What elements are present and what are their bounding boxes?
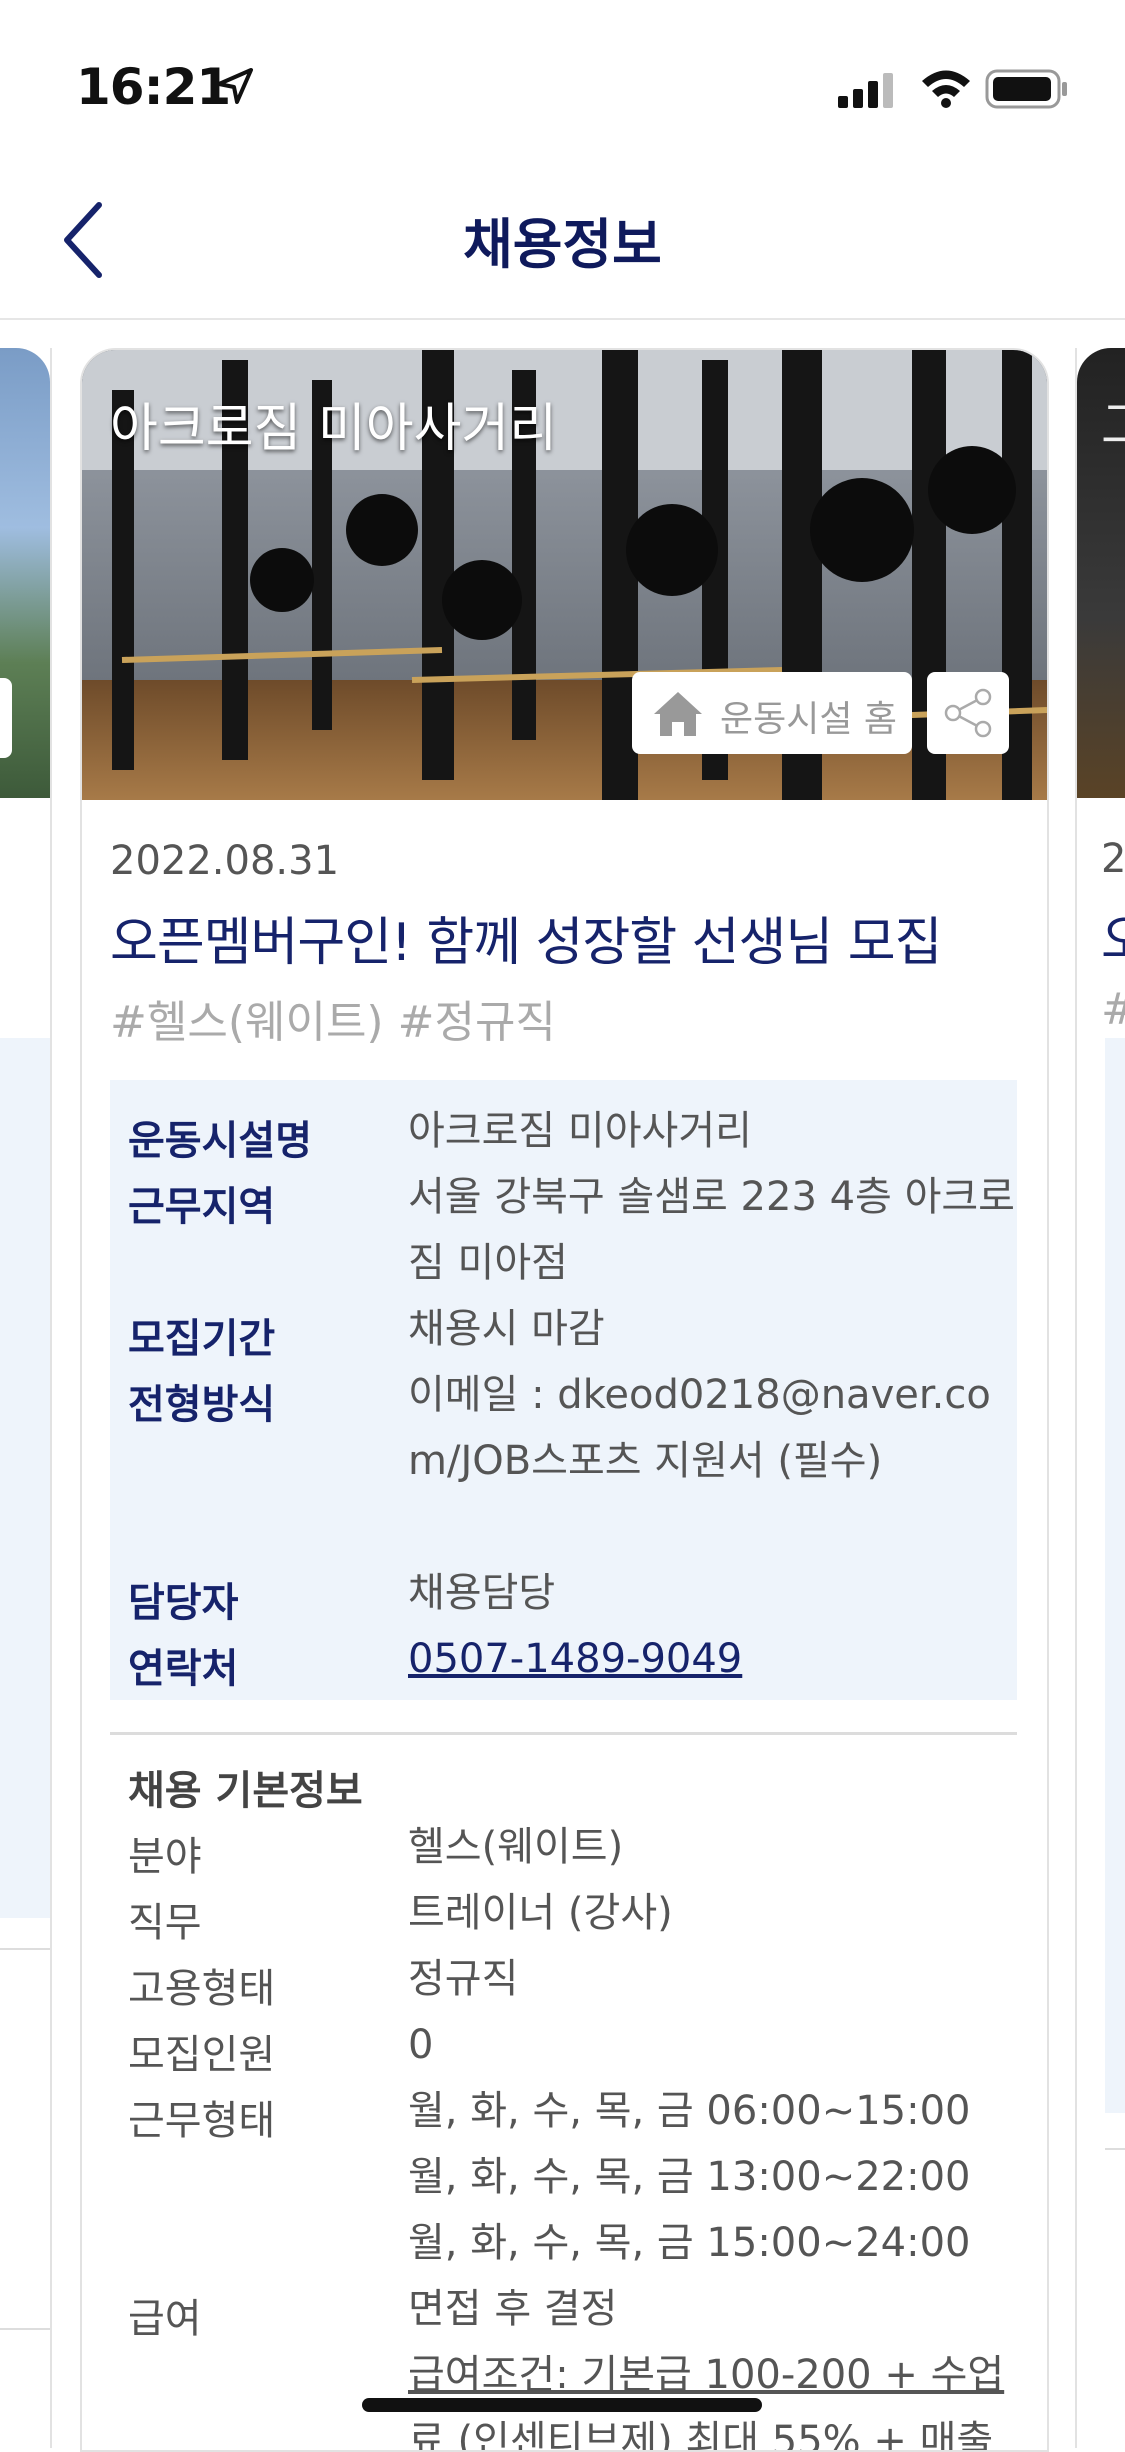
basic-value: 월, 화, 수, 목, 금 06:00~15:00 월, 화, 수, 목, 금 … — [408, 2078, 1008, 2276]
battery-icon — [985, 69, 1067, 109]
divider — [1105, 2148, 1125, 2150]
info-key: 연락처 — [128, 1646, 239, 1692]
job-title: 오픈멤버구인! 함께 성장할 선생님 모집 — [110, 913, 942, 973]
info-value: 서울 강북구 솔샘로 223 4층 아크로짐 미아점 — [408, 1174, 1015, 1286]
home-indicator[interactable] — [362, 2398, 762, 2412]
schedule-line: 월, 화, 수, 목, 금 06:00~15:00 — [408, 2088, 971, 2134]
info-key: 운동시설명 — [128, 1118, 312, 1164]
basic-key: 직무 — [128, 1900, 202, 1946]
basic-value: 정규직 — [408, 1956, 519, 2002]
share-icon — [944, 688, 992, 738]
divider — [0, 2328, 50, 2330]
next-card-title: 오 — [1101, 898, 1125, 973]
info-key: 전형방식 — [128, 1382, 276, 1428]
gym-home-label: 운동시설 홈 — [720, 699, 898, 740]
gym-home-button[interactable]: 운동시설 홈 — [632, 672, 912, 754]
info-key: 담당자 — [128, 1580, 239, 1626]
basic-key: 모집인원 — [128, 2032, 276, 2078]
home-icon — [654, 692, 702, 736]
basic-key: 급여 — [128, 2296, 202, 2342]
basic-info-heading: 채용 기본정보 — [128, 1768, 363, 1814]
post-date: 2022.08.31 — [110, 838, 340, 884]
nav-bar: 채용정보 — [0, 160, 1125, 320]
next-card-info-panel — [1105, 1038, 1125, 2113]
info-value: 아크로짐 미아사거리 — [408, 1108, 752, 1154]
gym-name-overlay: 아크로짐 미아사거리 — [110, 399, 558, 459]
schedule-line: 월, 화, 수, 목, 금 15:00~24:00 — [408, 2220, 971, 2266]
info-value: 채용담당 — [408, 1570, 556, 1616]
schedule-line: 월, 화, 수, 목, 금 13:00~22:00 — [408, 2154, 971, 2200]
info-value: 채용시 마감 — [408, 1306, 605, 1352]
next-card-date: 2 — [1101, 836, 1125, 882]
previous-card-button — [0, 678, 12, 758]
next-card-hero-title: 그 — [1101, 384, 1125, 459]
cellular-signal-icon — [838, 73, 893, 108]
salary-line: 료 (인센티브제) 최대 55% + 매출 — [408, 2418, 994, 2452]
info-key: 근무지역 — [128, 1184, 276, 1230]
next-job-card[interactable]: 그 2 오 # — [1075, 348, 1125, 2448]
section-divider — [110, 1732, 1017, 1735]
next-card-tag: # — [1101, 984, 1125, 1035]
gym-info-panel: 운동시설명 아크로짐 미아사거리 근무지역 서울 강북구 솔샘로 223 4층 … — [110, 1080, 1017, 1700]
job-card: 아크로짐 미아사거리 운동시설 홈 2022.08.31 오픈멤버구인! 함께 … — [80, 348, 1049, 2452]
page-title: 채용정보 — [463, 213, 662, 276]
basic-value: 0 — [408, 2022, 434, 2068]
basic-value: 트레이너 (강사) — [408, 1890, 673, 1936]
salary-line: 면접 후 결정 — [408, 2286, 618, 2332]
info-key: 모집기간 — [128, 1316, 276, 1362]
tag[interactable]: #헬스(웨이트) — [110, 997, 384, 1048]
tag-list: #헬스(웨이트) #정규직 — [110, 986, 570, 1050]
wifi-icon — [922, 70, 970, 108]
basic-value: 헬스(웨이트) — [408, 1824, 624, 1870]
share-button[interactable] — [927, 672, 1009, 754]
basic-key: 근무형태 — [128, 2098, 276, 2144]
previous-job-card[interactable] — [0, 348, 52, 2448]
location-arrow-icon — [217, 68, 253, 104]
tag[interactable]: #정규직 — [398, 997, 556, 1048]
gym-hero-image: 아크로짐 미아사거리 운동시설 홈 — [82, 350, 1047, 800]
basic-key: 분야 — [128, 1834, 202, 1880]
phone-link[interactable]: 0507-1489-9049 — [408, 1626, 1018, 1692]
basic-value: 면접 후 결정 급여조건: 기본급 100-200 + 수업 료 (인센티브제)… — [408, 2276, 1008, 2452]
basic-key: 고용형태 — [128, 1966, 276, 2012]
status-bar: 16:21 — [0, 0, 1125, 160]
status-time: 16:21 — [76, 58, 231, 116]
divider — [0, 1948, 50, 1950]
info-value: 이메일 : dkeod0218@naver.com/JOB스포츠 지원서 (필수… — [408, 1372, 991, 1484]
previous-card-info-panel — [0, 1038, 50, 1918]
